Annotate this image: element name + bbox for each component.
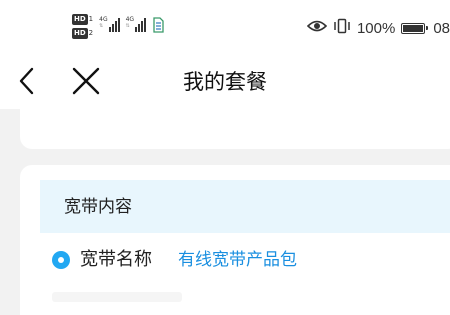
network-type-2: 4G [125,16,135,23]
sim2-hd-label: HD [72,28,88,39]
battery-percent: 100% [356,19,396,37]
sim2-number: 2 [88,29,94,37]
network-type-1: 4G [99,16,108,23]
broadband-card: 宽带内容 宽带名称 有线宽带产品包 [20,165,450,315]
partial-next-row [52,292,182,302]
status-left-group: HD 1 HD 2 4G ⇅ 4G ⇅ [72,14,164,42]
status-time: 08 [433,19,450,37]
vibrate-icon [333,18,351,38]
eye-icon [306,19,328,37]
bullet-indicator [52,251,70,269]
data-arrows-icon: ⇅ [99,23,104,29]
signal-group-1: 4G ⇅ [99,14,120,32]
battery-icon [401,22,429,34]
section-header: 宽带内容 [40,180,450,233]
battery-level-fill [403,24,424,32]
field-label: 宽带名称 [80,249,152,270]
page-title: 我的套餐 [183,70,267,94]
field-row-broadband-name: 宽带名称 有线宽带产品包 [52,245,297,275]
top-card [20,109,450,149]
signal-icon [135,14,147,32]
status-bar: HD 1 HD 2 4G ⇅ 4G ⇅ 100% 08 [0,0,450,54]
nav-bar: 我的套餐 [0,54,450,109]
status-right-group: 100% 08 [306,18,450,38]
signal-group-2: 4G ⇅ [125,14,147,32]
hd-indicators: HD 1 HD 2 [72,14,93,39]
sim1-number: 1 [88,15,94,23]
sim-card-icon [152,17,164,37]
data-arrows-icon: ⇅ [125,23,130,29]
signal-icon [108,14,120,32]
sim1-hd-label: HD [72,14,88,25]
field-value-link[interactable]: 有线宽带产品包 [178,247,297,273]
sim1-hd-badge: HD 1 [72,14,93,25]
section-title: 宽带内容 [64,197,132,217]
sim2-hd-badge: HD 2 [72,28,93,39]
